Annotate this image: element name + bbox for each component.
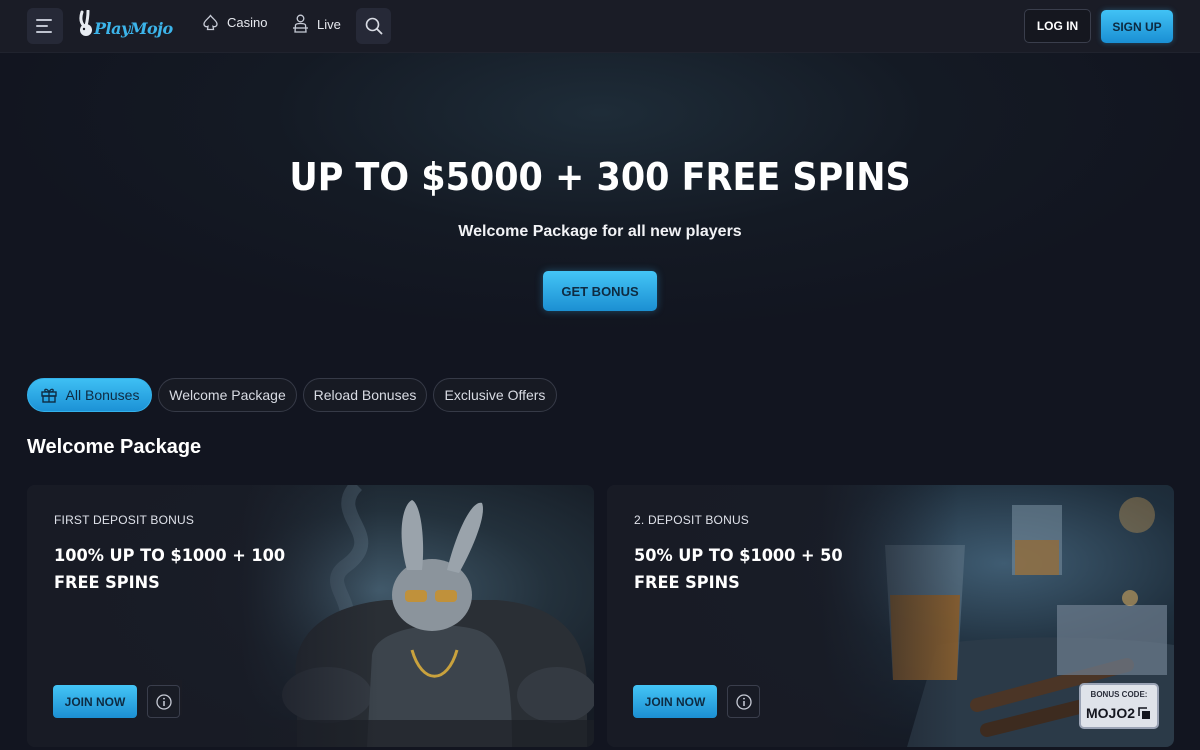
join-now-button[interactable]: JOIN NOW — [53, 685, 137, 718]
card-label: FIRST DEPOSIT BONUS — [54, 513, 195, 527]
filter-label: Exclusive Offers — [444, 387, 546, 403]
hero-subtitle: Welcome Package for all new players — [458, 223, 742, 240]
menu-line — [36, 19, 52, 21]
filter-label: All Bonuses — [65, 387, 140, 403]
nav-casino-label: Casino — [227, 15, 268, 30]
search-button[interactable] — [356, 8, 391, 44]
gift-icon — [40, 388, 57, 403]
copy-icon[interactable] — [1138, 707, 1151, 720]
filter-label: Reload Bonuses — [313, 387, 417, 403]
card-title: 50% UP TO $1000 + 50 FREE SPINS — [634, 546, 843, 593]
filter-reload-bonuses[interactable]: Reload Bonuses — [303, 378, 427, 412]
info-button[interactable] — [727, 685, 760, 718]
info-icon — [735, 693, 752, 710]
logo-text: PlayMojo — [94, 19, 173, 38]
bonus-card-first-deposit: FIRST DEPOSIT BONUS 100% UP TO $1000 + 1… — [27, 485, 594, 747]
dealer-icon — [293, 14, 308, 33]
info-button[interactable] — [147, 685, 180, 718]
hero-title: UP TO $5000 + 300 FREE SPINS — [289, 155, 911, 199]
menu-line — [36, 31, 52, 33]
menu-line — [36, 25, 48, 27]
top-header: PlayMojo Casino Live LOG IN SIGN UP — [0, 0, 1200, 53]
login-button[interactable]: LOG IN — [1024, 9, 1091, 43]
bonus-code-value: MOJO2 — [1086, 705, 1136, 721]
card-title: 100% UP TO $1000 + 100 FREE SPINS — [54, 546, 286, 593]
section-title: Welcome Package — [27, 436, 202, 458]
bonus-code-box[interactable]: BONUS CODE: MOJO2 — [1079, 683, 1159, 729]
nav-casino[interactable]: Casino — [202, 14, 267, 31]
hamburger-menu-button[interactable] — [27, 8, 63, 44]
filter-welcome-package[interactable]: Welcome Package — [158, 378, 297, 412]
playmojo-logo[interactable]: PlayMojo — [76, 10, 173, 44]
search-icon — [365, 17, 382, 35]
bonus-code-label: BONUS CODE: — [1090, 690, 1148, 699]
nav-live-label: Live — [317, 16, 341, 32]
filter-all-bonuses[interactable]: All Bonuses — [27, 378, 152, 412]
filter-label: Welcome Package — [169, 387, 286, 403]
bonus-card-second-deposit: 2. DEPOSIT BONUS 50% UP TO $1000 + 50 FR… — [607, 485, 1174, 747]
card-label: 2. DEPOSIT BONUS — [634, 513, 750, 527]
signup-button[interactable]: SIGN UP — [1101, 10, 1173, 43]
info-icon — [155, 693, 172, 710]
filter-exclusive-offers[interactable]: Exclusive Offers — [433, 378, 557, 412]
nav-live[interactable]: Live — [292, 14, 341, 34]
get-bonus-button[interactable]: GET BONUS — [543, 271, 657, 311]
join-now-button[interactable]: JOIN NOW — [633, 685, 717, 718]
hero-banner: UP TO $5000 + 300 FREE SPINS Welcome Pac… — [0, 53, 1200, 353]
spade-icon — [203, 14, 218, 31]
